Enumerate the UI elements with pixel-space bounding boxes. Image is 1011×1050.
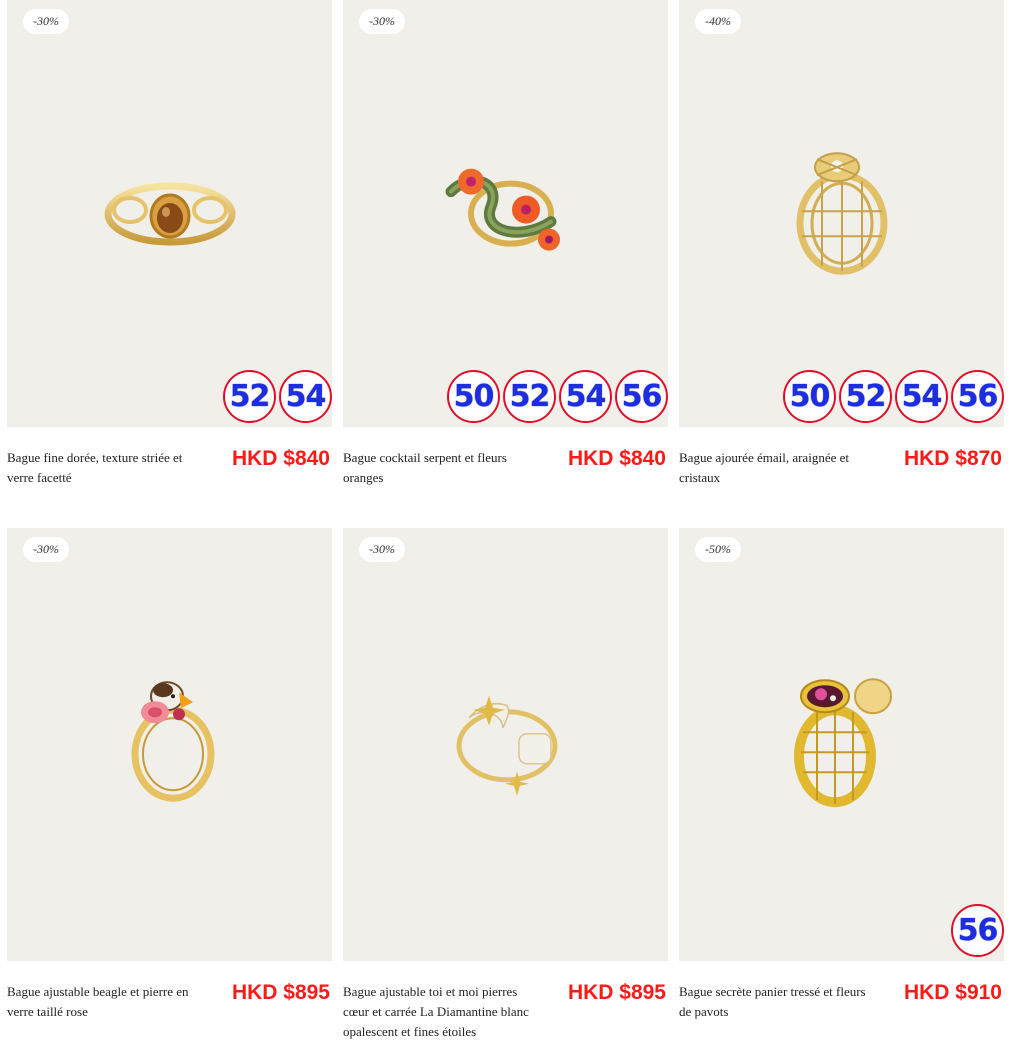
product-price: HKD $840	[231, 447, 330, 470]
size-options: 50 52 54 56	[447, 370, 668, 423]
size-option[interactable]: 52	[223, 370, 276, 423]
size-options: 50 52 54 56	[783, 370, 1004, 423]
product-image[interactable]: -30%	[7, 528, 332, 961]
product-card[interactable]: -30% 52 54 Bague fine dorée, texture str…	[7, 0, 332, 528]
beagle-ring-icon	[131, 680, 214, 802]
product-image[interactable]: -30% 52 54	[7, 0, 332, 427]
discount-badge: -40%	[695, 9, 741, 34]
product-name[interactable]: Bague cocktail serpent et fleurs oranges	[343, 448, 538, 488]
product-card[interactable]: -30% Bague ajustable beagle et pierre en…	[7, 528, 332, 1050]
discount-badge: -30%	[359, 9, 405, 34]
gold-ring-amber-stone-icon	[104, 182, 235, 245]
product-name[interactable]: Bague ajustable toi et moi pierres cœur …	[343, 982, 538, 1042]
size-option[interactable]: 54	[279, 370, 332, 423]
spider-web-ring-icon	[796, 151, 887, 275]
product-card[interactable]: -30% Bague ajustable toi et moi pierres …	[343, 528, 668, 1050]
discount-badge: -50%	[695, 537, 741, 562]
product-image[interactable]: -30% 50 52 54 56	[343, 0, 668, 427]
basket-locket-ring-icon	[793, 677, 892, 807]
product-info: Bague ajustable toi et moi pierres cœur …	[343, 981, 668, 1042]
product-image[interactable]: -40% 50 52 54 56	[679, 0, 1004, 427]
size-option[interactable]: 50	[783, 370, 836, 423]
product-card[interactable]: -50% 56 Bague secrète panier tressé et f…	[679, 528, 1004, 1050]
product-price: HKD $840	[567, 447, 666, 470]
product-name[interactable]: Bague fine dorée, texture striée et verr…	[7, 448, 202, 488]
product-name[interactable]: Bague secrète panier tressé et fleurs de…	[679, 982, 874, 1022]
size-option[interactable]: 56	[951, 904, 1004, 957]
product-image[interactable]: -50% 56	[679, 528, 1004, 961]
product-price: HKD $910	[903, 981, 1002, 1004]
size-option[interactable]: 52	[839, 370, 892, 423]
product-name[interactable]: Bague ajustable beagle et pierre en verr…	[7, 982, 202, 1022]
size-option[interactable]: 50	[447, 370, 500, 423]
product-price: HKD $870	[903, 447, 1002, 470]
product-name[interactable]: Bague ajourée émail, araignée et cristau…	[679, 448, 874, 488]
discount-badge: -30%	[359, 537, 405, 562]
snake-flower-ring-icon	[445, 168, 560, 251]
product-info: Bague ajourée émail, araignée et cristau…	[679, 447, 1004, 488]
product-image[interactable]: -30%	[343, 528, 668, 961]
toi-et-moi-ring-icon	[456, 695, 557, 796]
size-option[interactable]: 56	[615, 370, 668, 423]
size-option[interactable]: 56	[951, 370, 1004, 423]
product-price: HKD $895	[231, 981, 330, 1004]
product-info: Bague cocktail serpent et fleurs oranges…	[343, 447, 668, 488]
size-option[interactable]: 54	[559, 370, 612, 423]
product-info: Bague fine dorée, texture striée et verr…	[7, 447, 332, 488]
discount-badge: -30%	[23, 537, 69, 562]
size-options: 56	[951, 904, 1004, 957]
product-info: Bague secrète panier tressé et fleurs de…	[679, 981, 1004, 1022]
size-option[interactable]: 54	[895, 370, 948, 423]
product-price: HKD $895	[567, 981, 666, 1004]
product-card[interactable]: -30% 50 52 54 56 Bague cocktail serpent …	[343, 0, 668, 528]
product-grid: -30% 52 54 Bague fine dorée, texture str…	[7, 0, 1004, 1050]
size-option[interactable]: 52	[503, 370, 556, 423]
product-info: Bague ajustable beagle et pierre en verr…	[7, 981, 332, 1022]
product-card[interactable]: -40% 50 52 54 56 Bague ajourée émail, ar…	[679, 0, 1004, 528]
discount-badge: -30%	[23, 9, 69, 34]
size-options: 52 54	[223, 370, 332, 423]
